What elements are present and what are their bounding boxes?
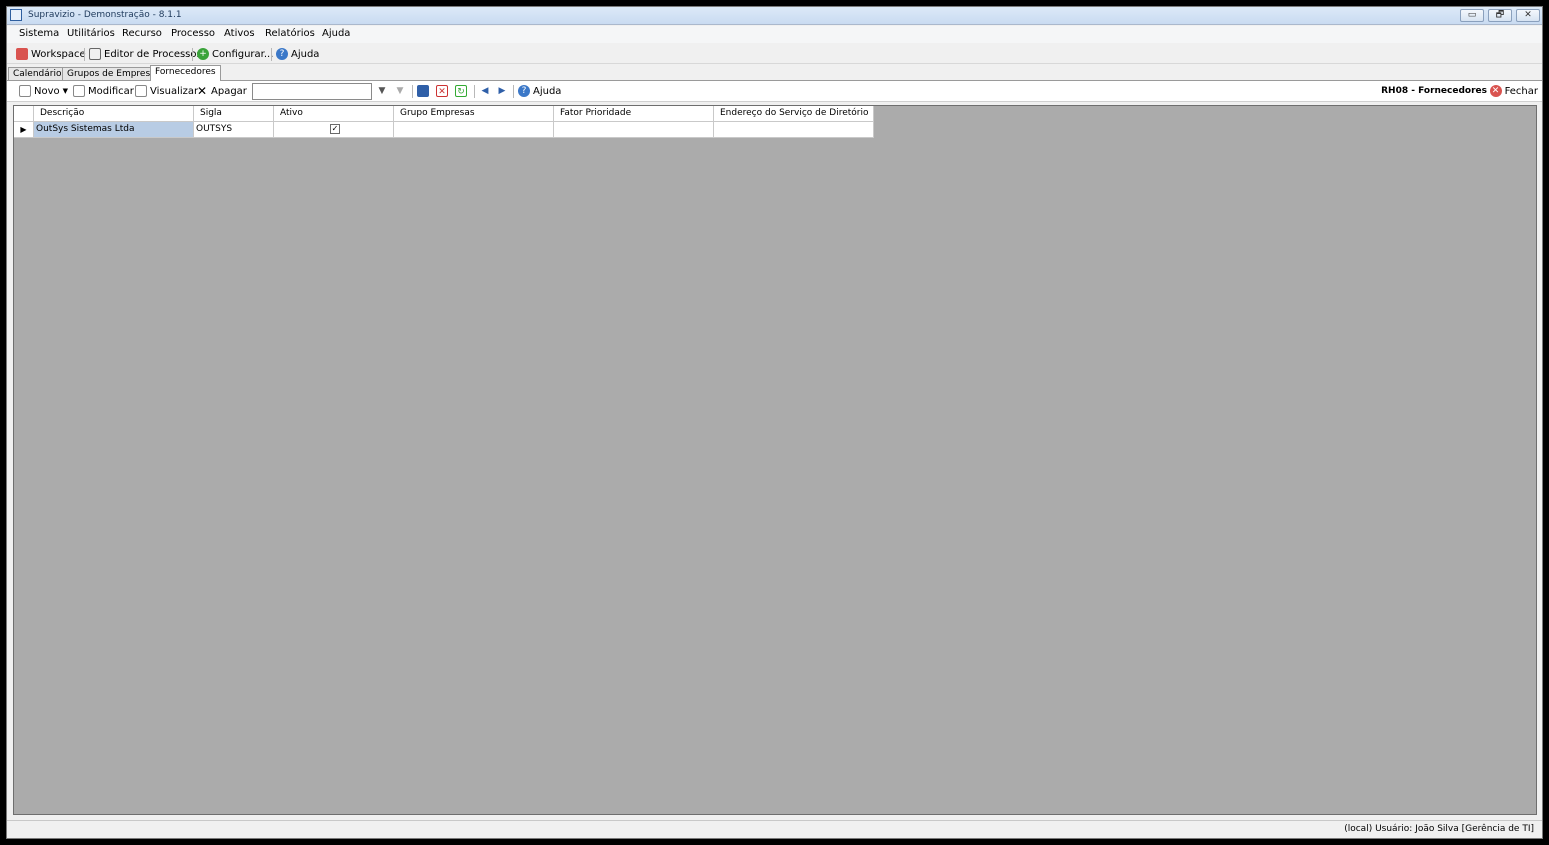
delete-button[interactable]: ✕ Apagar: [196, 84, 247, 98]
table-row[interactable]: ▶ OutSys Sistemas Ltda OUTSYS ✓: [14, 122, 874, 138]
column-header-ativo[interactable]: Ativo: [274, 106, 394, 122]
suppliers-grid[interactable]: Descrição Sigla Ativo Grupo Empresas Fat…: [13, 105, 1537, 815]
menu-bar: Sistema Utilitários Recurso Processo Ati…: [7, 26, 1542, 43]
clear-filter-button[interactable]: ▼: [394, 84, 406, 98]
next-button[interactable]: ▶: [496, 84, 508, 98]
column-header-endereco-servico[interactable]: Endereço do Serviço de Diretório: [714, 106, 874, 122]
status-text: (local) Usuário: João Silva [Gerência de…: [1344, 824, 1534, 834]
window-title: Supravizio - Demonstração - 8.1.1: [28, 10, 182, 20]
column-header-sigla[interactable]: Sigla: [194, 106, 274, 122]
briefcase-icon: [16, 48, 28, 60]
minimize-button[interactable]: ▭: [1460, 9, 1484, 22]
view-icon: [135, 85, 147, 97]
separator: [271, 48, 272, 61]
title-bar: Supravizio - Demonstração - 8.1.1 ▭ 🗗 ✕: [7, 7, 1542, 25]
app-icon: [10, 9, 22, 21]
separator: [84, 48, 85, 61]
refresh-icon: ↻: [455, 85, 467, 97]
status-bar: (local) Usuário: João Silva [Gerência de…: [7, 820, 1542, 838]
question-circle-icon: ?: [276, 48, 288, 60]
column-header-descricao[interactable]: Descrição: [34, 106, 194, 122]
menu-ajuda[interactable]: Ajuda: [322, 28, 350, 39]
refresh-button[interactable]: ↻: [455, 84, 467, 98]
cancel-icon: ✕: [436, 85, 448, 97]
arrow-left-icon: ◀: [481, 86, 489, 96]
modify-button[interactable]: Modificar: [73, 84, 134, 98]
arrow-right-icon: ▶: [498, 86, 506, 96]
ativo-checkbox[interactable]: ✓: [330, 124, 340, 134]
dropdown-arrow-icon[interactable]: ▼: [63, 87, 68, 95]
view-button[interactable]: Visualizar: [135, 84, 198, 98]
search-input[interactable]: [252, 83, 372, 100]
grid-header: Descrição Sigla Ativo Grupo Empresas Fat…: [14, 106, 874, 122]
menu-ativos[interactable]: Ativos: [224, 28, 255, 39]
close-circle-icon: ✕: [1489, 85, 1502, 97]
cell-fator-prioridade[interactable]: [554, 122, 714, 138]
cell-endereco-servico[interactable]: [714, 122, 874, 138]
cell-ativo[interactable]: ✓: [274, 122, 394, 138]
flowchart-icon: [89, 48, 101, 60]
menu-relatorios[interactable]: Relatórios: [265, 28, 315, 39]
clear-filter-icon: ▼: [396, 86, 404, 96]
close-button[interactable]: ✕: [1516, 9, 1540, 22]
filter-icon: ▼: [378, 86, 386, 96]
workspace-button[interactable]: Workspace: [16, 47, 86, 61]
separator: [513, 85, 514, 98]
cell-sigla[interactable]: OUTSYS: [194, 122, 274, 138]
document-tabs: Calendários Grupos de Empresas Fornecedo…: [7, 65, 1542, 81]
record-toolbar: Novo ▼ Modificar Visualizar ✕ Apagar ▼ ▼…: [7, 80, 1542, 102]
plus-circle-icon: +: [197, 48, 209, 60]
previous-button[interactable]: ◀: [479, 84, 491, 98]
menu-utilitarios[interactable]: Utilitários: [67, 28, 115, 39]
help-button[interactable]: ? Ajuda: [276, 47, 319, 61]
menu-recurso[interactable]: Recurso: [122, 28, 162, 39]
tab-fornecedores[interactable]: Fornecedores: [150, 65, 221, 81]
save-icon: [417, 85, 429, 97]
screen-title: RH08 - Fornecedores: [1381, 86, 1487, 96]
row-indicator-icon: ▶: [14, 122, 34, 138]
edit-icon: [73, 85, 85, 97]
record-help-button[interactable]: ? Ajuda: [518, 84, 561, 98]
separator: [412, 85, 413, 98]
row-header-corner: [14, 106, 34, 122]
main-toolbar: Workspace Editor de Processos + Configur…: [7, 44, 1542, 64]
configure-button[interactable]: + Configurar...: [197, 47, 273, 61]
restore-button[interactable]: 🗗: [1488, 9, 1512, 22]
cell-descricao[interactable]: OutSys Sistemas Ltda: [34, 122, 194, 138]
x-icon: ✕: [196, 84, 208, 98]
new-document-icon: [19, 85, 31, 97]
separator: [474, 85, 475, 98]
question-circle-icon: ?: [518, 85, 530, 97]
close-screen-button[interactable]: ✕ Fechar: [1489, 84, 1538, 98]
filter-button[interactable]: ▼: [376, 84, 388, 98]
column-header-grupo-empresas[interactable]: Grupo Empresas: [394, 106, 554, 122]
menu-sistema[interactable]: Sistema: [19, 28, 59, 39]
menu-processo[interactable]: Processo: [171, 28, 215, 39]
process-editor-button[interactable]: Editor de Processos: [89, 47, 202, 61]
cell-grupo-empresas[interactable]: [394, 122, 554, 138]
cancel-button[interactable]: ✕: [436, 84, 448, 98]
separator: [192, 48, 193, 61]
new-button[interactable]: Novo ▼: [19, 84, 68, 98]
main-window: Supravizio - Demonstração - 8.1.1 ▭ 🗗 ✕ …: [6, 6, 1543, 839]
save-button[interactable]: [417, 84, 429, 98]
column-header-fator-prioridade[interactable]: Fator Prioridade: [554, 106, 714, 122]
